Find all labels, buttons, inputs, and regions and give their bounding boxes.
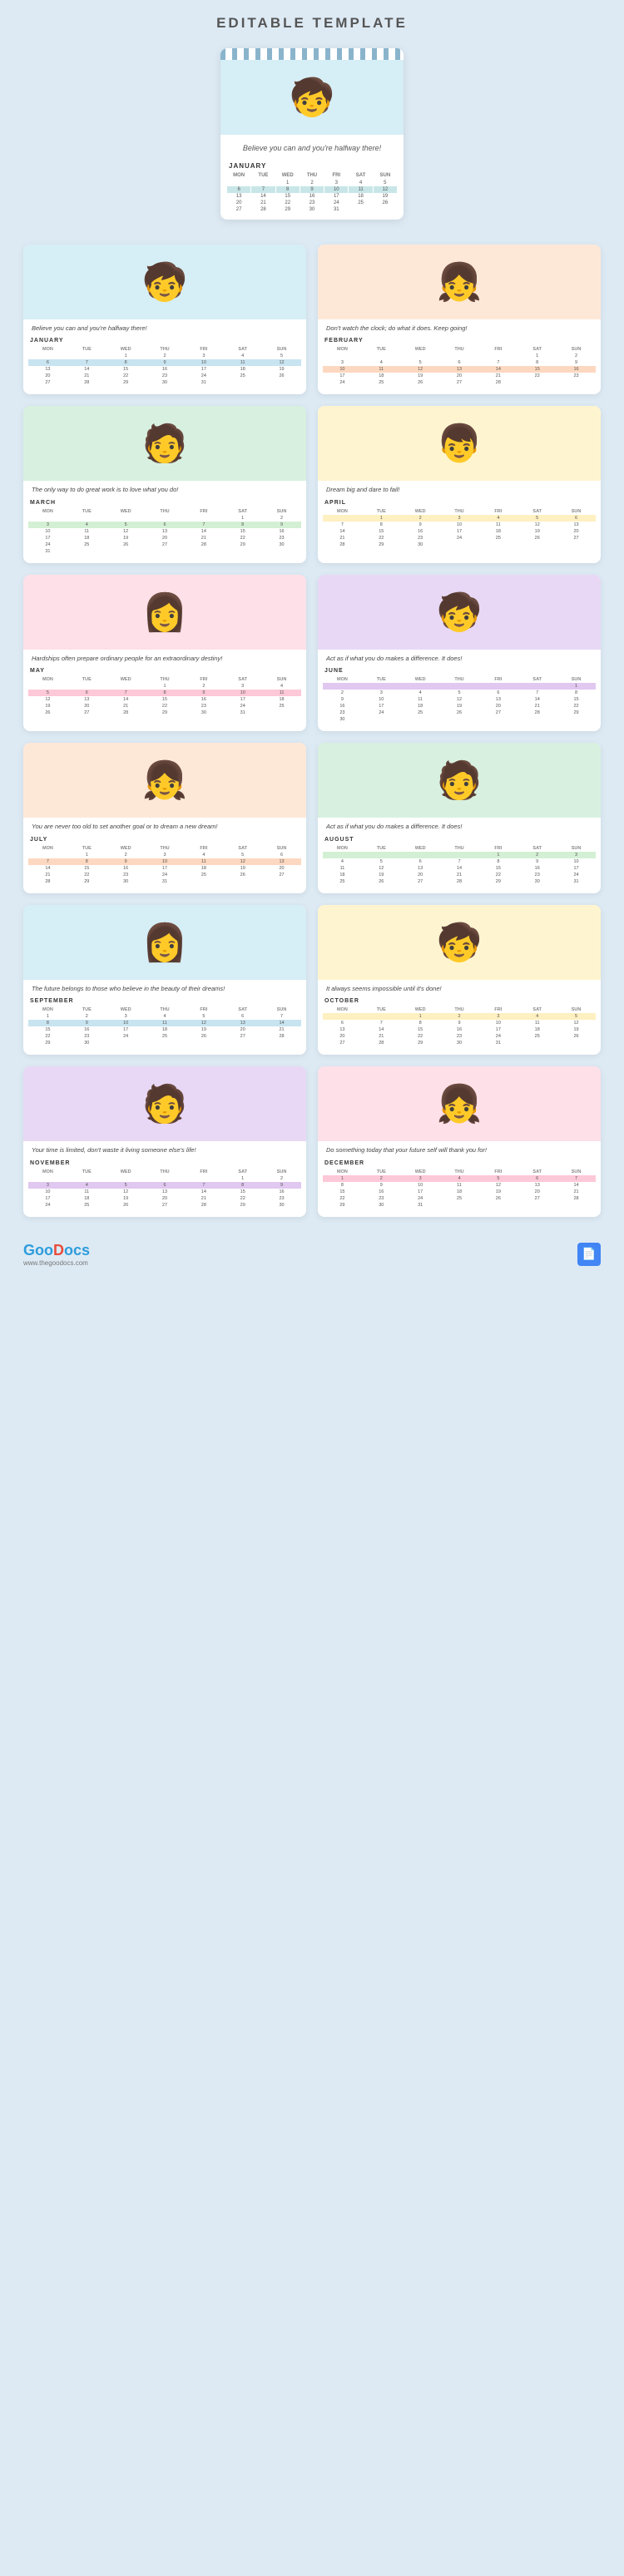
hero-cal-row-1: 6789101112 xyxy=(227,186,397,193)
footer-subtitle: www.thegoodocs.com xyxy=(23,1259,90,1267)
april-image: 👦 xyxy=(318,406,601,481)
september-image: 👩 xyxy=(23,905,306,980)
july-quote: You are never too old to set another goa… xyxy=(23,818,306,835)
month-card-july: 👧 You are never too old to set another g… xyxy=(23,743,306,893)
month-card-november: 🧑 Your time is limited, don't waste it l… xyxy=(23,1066,306,1217)
may-calendar: MONTUEWEDTHUFRISATSUN 1234 567891011 121… xyxy=(23,675,306,719)
month-card-april: 👦 Dream big and dare to fail! APRIL MONT… xyxy=(318,406,601,563)
february-label: FEBRUARY xyxy=(318,336,601,345)
hero-section: 🧒 Believe you can and you're halfway the… xyxy=(0,40,624,236)
september-calendar: MONTUEWEDTHUFRISATSUN 1234567 8910111213… xyxy=(23,1006,306,1050)
footer: GooDocs www.thegoodocs.com 📄 xyxy=(0,1234,624,1280)
spiral-decoration xyxy=(220,48,404,60)
october-label: OCTOBER xyxy=(318,996,601,1006)
may-quote: Hardships often prepare ordinary people … xyxy=(23,650,306,667)
march-label: MARCH xyxy=(23,498,306,507)
may-image: 👩 xyxy=(23,575,306,650)
september-label: SEPTEMBER xyxy=(23,996,306,1006)
months-grid: 🧒 Believe you can and you're halfway the… xyxy=(0,236,624,1234)
month-card-march: 🧑 The only way to do great work is to lo… xyxy=(23,406,306,563)
january-calendar: MONTUEWEDTHUFRISATSUN 12345 6789101112 1… xyxy=(23,345,306,389)
hero-cal-row-4: 2728293031 xyxy=(227,206,397,213)
august-calendar: MONTUEWEDTHUFRISATSUN 123 45678910 11121… xyxy=(318,844,601,888)
page-title: EDITABLE TEMPLATE xyxy=(0,0,624,40)
june-calendar: MONTUEWEDTHUFRISATSUN 1 2345678 91011121… xyxy=(318,675,601,726)
july-label: JULY xyxy=(23,835,306,844)
hero-cal-row-0: 12345 xyxy=(227,180,397,186)
hero-mini-calendar: MON TUE WED THU FRI SAT SUN 12345 678910… xyxy=(220,171,404,220)
month-card-june: 🧒 Act as if what you do makes a differen… xyxy=(318,575,601,732)
february-calendar: MONTUEWEDTHUFRISATSUN 12 3456789 1011121… xyxy=(318,345,601,389)
november-label: NOVEMBER xyxy=(23,1159,306,1168)
june-quote: Act as if what you do makes a difference… xyxy=(318,650,601,667)
january-label: JANUARY xyxy=(23,336,306,345)
july-image: 👧 xyxy=(23,743,306,818)
december-label: DECEMBER xyxy=(318,1159,601,1168)
october-calendar: MONTUEWEDTHUFRISATSUN 12345 6789101112 1… xyxy=(318,1006,601,1050)
hero-quote: Believe you can and you're halfway there… xyxy=(220,135,404,159)
august-image: 🧑 xyxy=(318,743,601,818)
july-calendar: MONTUEWEDTHUFRISATSUN 123456 78910111213… xyxy=(23,844,306,888)
august-label: AUGUST xyxy=(318,835,601,844)
march-image: 🧑 xyxy=(23,406,306,481)
october-quote: It always seems impossible until it's do… xyxy=(318,980,601,997)
april-label: APRIL xyxy=(318,498,601,507)
month-card-august: 🧑 Act as if what you do makes a differen… xyxy=(318,743,601,893)
hero-cal-row-3: 20212223242526 xyxy=(227,200,397,206)
november-image: 🧑 xyxy=(23,1066,306,1141)
footer-left: GooDocs www.thegoodocs.com xyxy=(23,1242,90,1267)
november-calendar: MONTUEWEDTHUFRISATSUN 12 3456789 1011121… xyxy=(23,1168,306,1212)
month-card-january: 🧒 Believe you can and you're halfway the… xyxy=(23,245,306,395)
december-calendar: MONTUEWEDTHUFRISATSUN 1234567 8910111213… xyxy=(318,1168,601,1212)
december-image: 👧 xyxy=(318,1066,601,1141)
march-calendar: MONTUEWEDTHUFRISATSUN 12 3456789 1011121… xyxy=(23,507,306,558)
month-card-february: 👧 Don't watch the clock; do what it does… xyxy=(318,245,601,395)
august-quote: Act as if what you do makes a difference… xyxy=(318,818,601,835)
november-quote: Your time is limited, don't waste it liv… xyxy=(23,1141,306,1159)
february-quote: Don't watch the clock; do what it does. … xyxy=(318,319,601,337)
january-quote: Believe you can and you're halfway there… xyxy=(23,319,306,337)
hero-calendar: 🧒 Believe you can and you're halfway the… xyxy=(220,48,404,220)
december-quote: Do something today that your future self… xyxy=(318,1141,601,1159)
june-image: 🧒 xyxy=(318,575,601,650)
hero-cal-row-2: 13141516171819 xyxy=(227,193,397,200)
october-image: 🧒 xyxy=(318,905,601,980)
month-card-may: 👩 Hardships often prepare ordinary peopl… xyxy=(23,575,306,732)
hero-image-area: 🧒 xyxy=(220,60,404,135)
september-quote: The future belongs to those who believe … xyxy=(23,980,306,997)
month-card-october: 🧒 It always seems impossible until it's … xyxy=(318,905,601,1056)
month-card-september: 👩 The future belongs to those who believ… xyxy=(23,905,306,1056)
hero-cal-header: MON TUE WED THU FRI SAT SUN xyxy=(227,173,397,178)
hero-character: 🧒 xyxy=(290,76,335,119)
january-image: 🧒 xyxy=(23,245,306,319)
footer-logo: GooDocs xyxy=(23,1242,90,1259)
april-calendar: MONTUEWEDTHUFRISATSUN 123456 78910111213… xyxy=(318,507,601,551)
hero-month-label: JANUARY xyxy=(220,159,404,171)
docs-icon: 📄 xyxy=(577,1243,601,1266)
may-label: MAY xyxy=(23,666,306,675)
month-card-december: 👧 Do something today that your future se… xyxy=(318,1066,601,1217)
march-quote: The only way to do great work is to love… xyxy=(23,481,306,498)
april-quote: Dream big and dare to fail! xyxy=(318,481,601,498)
february-image: 👧 xyxy=(318,245,601,319)
june-label: JUNE xyxy=(318,666,601,675)
